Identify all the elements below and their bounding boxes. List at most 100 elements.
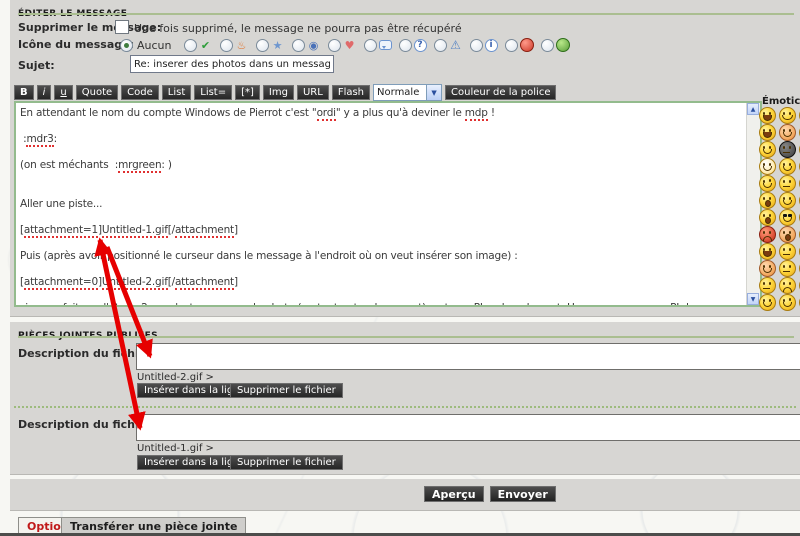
quote-button[interactable]: Quote <box>76 85 118 100</box>
font-size-value: Normale <box>377 87 419 98</box>
icon-option-info[interactable]: i <box>470 39 498 52</box>
img-button[interactable]: Img <box>263 85 294 100</box>
emoticon-arrow[interactable] <box>779 141 796 158</box>
message-line <box>20 146 744 159</box>
preview-button[interactable]: Aperçu <box>424 486 484 502</box>
scroll-down-icon[interactable]: ▼ <box>747 293 759 305</box>
message-line <box>20 263 744 276</box>
attachment-filename-link[interactable]: Untitled-2.gif > <box>137 372 214 383</box>
emoticon-eek[interactable] <box>759 209 776 226</box>
icon-option-check[interactable]: ✔ <box>184 38 213 52</box>
subject-input[interactable] <box>130 55 334 73</box>
heart-icon: ♥ <box>343 38 357 52</box>
emoticon-wink[interactable] <box>759 175 776 192</box>
emoticon-weird[interactable] <box>779 226 796 243</box>
actions-panel: Aperçu Envoyer <box>10 479 800 511</box>
icon-radio[interactable] <box>328 39 341 52</box>
file-description-input[interactable] <box>136 414 800 441</box>
message-line: Aller une piste... <box>20 198 744 211</box>
flash-button[interactable]: Flash <box>332 85 370 100</box>
message-line: Puis (après avoir positionné le curseur … <box>20 250 744 263</box>
icon-radio[interactable] <box>256 39 269 52</box>
icon-radio[interactable] <box>505 39 518 52</box>
emoticon-idea[interactable] <box>759 141 776 158</box>
icon-option-bubble[interactable] <box>364 39 392 52</box>
scroll-up-icon[interactable]: ▲ <box>747 103 759 115</box>
emoticon-laugh[interactable] <box>759 107 776 124</box>
emoticon-lol[interactable] <box>759 243 776 260</box>
delete-file-button[interactable]: Supprimer le fichier <box>230 455 343 470</box>
flame-icon: ♨ <box>235 38 249 52</box>
editor-scrollbar[interactable]: ▲ ▼ <box>746 103 760 305</box>
icon-option-warning[interactable]: ⚠ <box>434 38 463 52</box>
subject-label: Sujet: <box>18 59 55 72</box>
emoticon-sad[interactable] <box>779 277 796 294</box>
bbcode-toolbar: B i u Quote Code List List= [*] Img URL … <box>14 84 556 101</box>
emoticon-wink[interactable] <box>779 294 796 311</box>
submit-button[interactable]: Envoyer <box>490 486 556 502</box>
greenface-icon <box>556 38 570 52</box>
emoticon-grin[interactable] <box>779 107 796 124</box>
warning-icon: ⚠ <box>449 38 463 52</box>
title-divider <box>18 13 794 15</box>
message-editor[interactable]: ▲ ▼ En attendant le nom du compte Window… <box>14 101 762 307</box>
emoticon-neutral[interactable] <box>779 175 796 192</box>
icon-radio-none[interactable] <box>120 39 133 52</box>
icon-radio[interactable] <box>541 39 554 52</box>
emoticon-tongue[interactable] <box>759 124 776 141</box>
message-line: [attachment=1]Untitled-1.gif[/attachment… <box>20 224 744 237</box>
ordered-list-button[interactable]: List= <box>194 85 232 100</box>
icon-option-ball[interactable]: ◉ <box>292 38 321 52</box>
icon-radio[interactable] <box>434 39 447 52</box>
emoticon-surprised[interactable] <box>759 192 776 209</box>
page-root: ÉDITER LE MESSAGE Supprimer le message: … <box>0 0 800 536</box>
chevron-down-icon: ▼ <box>426 85 441 100</box>
icon-option-question[interactable]: ? <box>399 39 427 52</box>
emoticon-mad[interactable] <box>759 226 776 243</box>
redface-icon <box>520 38 534 52</box>
emoticon-blush[interactable] <box>759 260 776 277</box>
code-button[interactable]: Code <box>121 85 159 100</box>
font-size-select[interactable]: Normale ▼ <box>373 84 442 101</box>
icon-radio[interactable] <box>399 39 412 52</box>
icon-radio[interactable] <box>220 39 233 52</box>
emoticon-smile[interactable] <box>779 192 796 209</box>
emoticon-blush[interactable] <box>779 124 796 141</box>
icon-radio[interactable] <box>184 39 197 52</box>
icon-option-greenface[interactable] <box>541 38 570 52</box>
emoticon-confused[interactable] <box>779 243 796 260</box>
attachment-filename-link[interactable]: Untitled-1.gif > <box>137 443 214 454</box>
bold-button[interactable]: B <box>14 85 34 100</box>
emoticons-grid <box>759 107 800 311</box>
icon-radio[interactable] <box>364 39 377 52</box>
icon-radio[interactable] <box>470 39 483 52</box>
italic-button[interactable]: i <box>37 85 52 100</box>
list-item-button[interactable]: [*] <box>235 85 260 100</box>
emoticon-angel[interactable] <box>759 158 776 175</box>
emoticon-straight[interactable] <box>759 277 776 294</box>
tab-upload-attachment[interactable]: Transférer une pièce jointe <box>61 517 246 534</box>
emoticon-neutral[interactable] <box>779 260 796 277</box>
delete-file-button[interactable]: Supprimer le fichier <box>230 383 343 398</box>
message-line <box>20 211 744 224</box>
icon-option-heart[interactable]: ♥ <box>328 38 357 52</box>
emoticon-cool[interactable] <box>779 209 796 226</box>
message-line <box>20 120 744 133</box>
emoticon-smile[interactable] <box>779 158 796 175</box>
underline-button[interactable]: u <box>54 85 72 100</box>
edit-message-panel: ÉDITER LE MESSAGE Supprimer le message: … <box>10 0 800 317</box>
icon-option-redface[interactable] <box>505 38 534 52</box>
icon-option-flame[interactable]: ♨ <box>220 38 249 52</box>
icon-option-star[interactable]: ★ <box>256 38 285 52</box>
font-color-button[interactable]: Couleur de la police <box>445 85 556 100</box>
delete-message-checkbox[interactable] <box>115 20 129 34</box>
star-icon: ★ <box>271 38 285 52</box>
icon-radio[interactable] <box>292 39 305 52</box>
emoticons-title: Émoticônes <box>762 96 800 107</box>
url-button[interactable]: URL <box>297 85 329 100</box>
message-line: :mdr3: <box>20 133 744 146</box>
emoticon-smile[interactable] <box>759 294 776 311</box>
file-description-input[interactable] <box>136 343 800 370</box>
info-icon: i <box>485 39 498 52</box>
list-button[interactable]: List <box>162 85 191 100</box>
